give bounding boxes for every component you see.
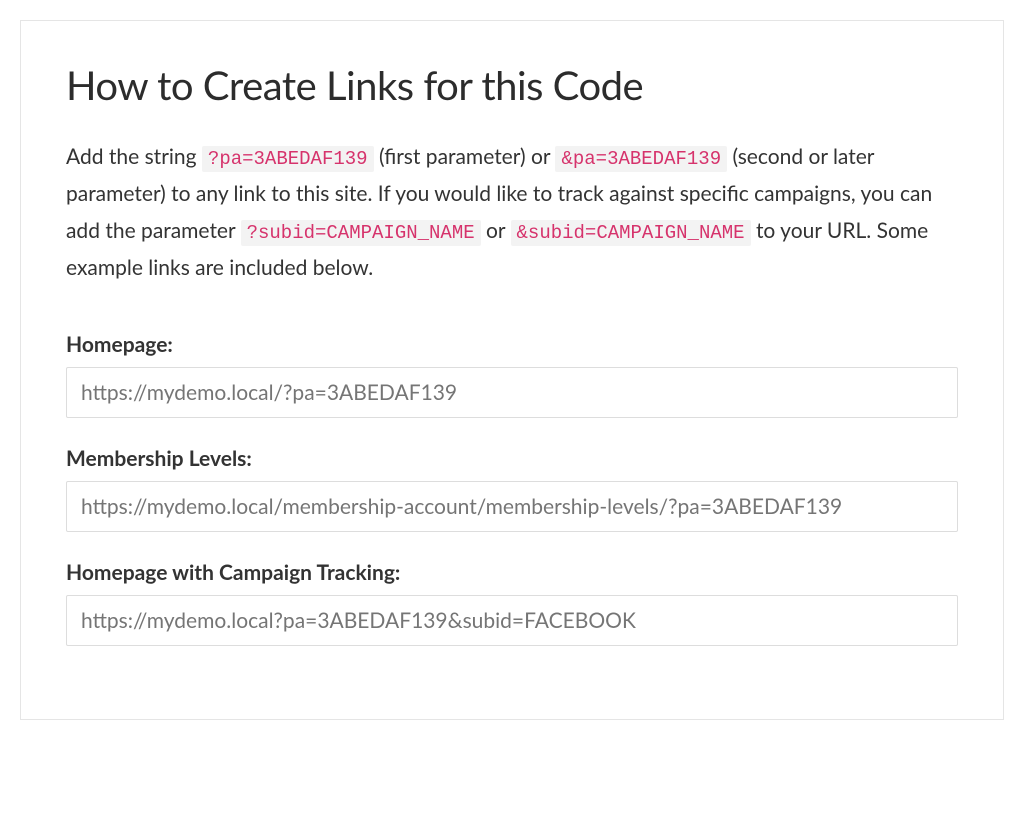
panel-heading: How to Create Links for this Code [66,61,958,109]
code-param-later: &pa=3ABEDAF139 [555,146,727,172]
intro-text-2: (first parameter) or [374,144,556,169]
code-param-first: ?pa=3ABEDAF139 [202,146,374,172]
panel-description: Add the string ?pa=3ABEDAF139 (first par… [66,139,958,287]
membership-label: Membership Levels: [66,446,958,471]
intro-text-1: Add the string [66,144,202,169]
example-membership: Membership Levels: [66,446,958,532]
campaign-label: Homepage with Campaign Tracking: [66,560,958,585]
homepage-url-input[interactable] [66,367,958,418]
membership-url-input[interactable] [66,481,958,532]
links-instructions-panel: How to Create Links for this Code Add th… [20,20,1004,720]
intro-text-4: or [481,218,511,243]
homepage-label: Homepage: [66,332,958,357]
example-homepage: Homepage: [66,332,958,418]
code-subid-later: &subid=CAMPAIGN_NAME [511,220,751,246]
campaign-url-input[interactable] [66,595,958,646]
example-campaign: Homepage with Campaign Tracking: [66,560,958,646]
code-subid-first: ?subid=CAMPAIGN_NAME [241,220,481,246]
